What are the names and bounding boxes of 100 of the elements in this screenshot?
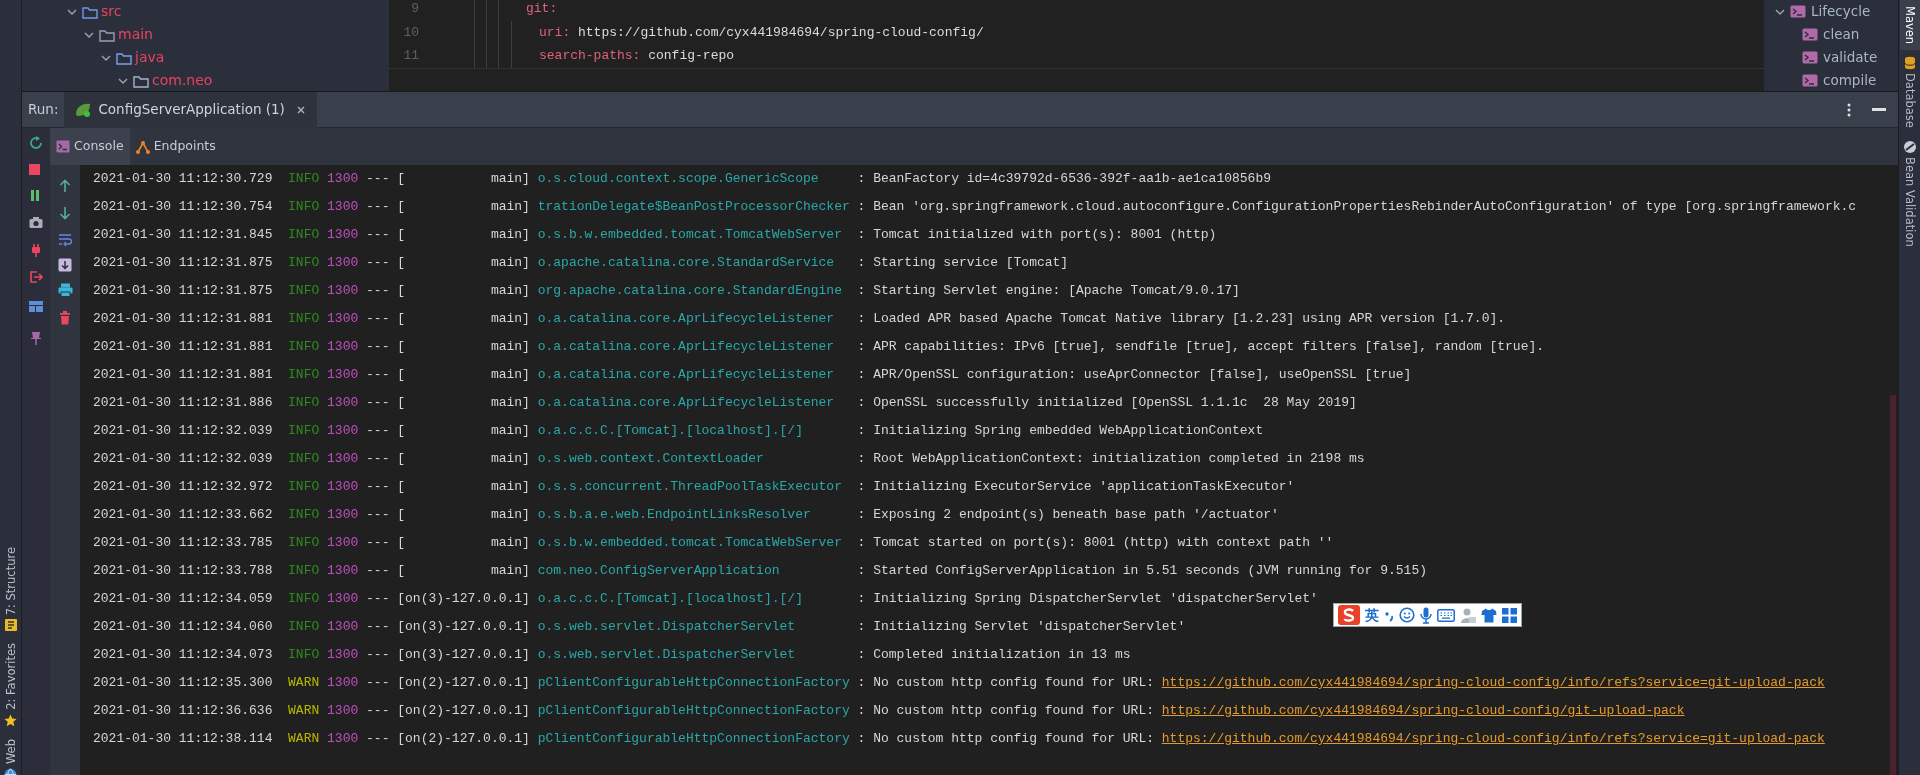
folder-name[interactable]: java <box>135 46 165 69</box>
log-level: INFO <box>288 199 320 214</box>
log-timestamp: 2021-01-30 11:12:30.729 <box>93 171 273 186</box>
yaml-key: git: <box>526 0 558 21</box>
line-number: 11 <box>402 47 419 65</box>
thread-name: [ main] <box>397 479 530 494</box>
log-message: : Starting Servlet engine: [Apache Tomcat/9.0.17] <box>857 283 1240 298</box>
run-tab[interactable]: ConfigServerApplication (1) <box>64 91 317 128</box>
logger-name: o.apache.catalina.core.StandardService <box>537 254 836 272</box>
terminal-icon <box>1802 51 1818 64</box>
maven-goal[interactable]: clean <box>1823 23 1860 46</box>
logger-name: trationDelegate$BeanPostProcessorChecker <box>537 198 850 216</box>
maven-goal[interactable]: compile <box>1823 69 1877 91</box>
tool-window-tab[interactable]: 2: Favorites <box>0 637 21 733</box>
log-level: INFO <box>288 339 320 354</box>
tool-window-tab[interactable]: Maven <box>1899 0 1920 51</box>
url-link[interactable]: https://github.com/cyx441984694/spring-cloud-config/info/refs?service=git-upload-pack <box>1161 731 1825 746</box>
log-message: : No custom http config found for URL: <box>857 703 1154 718</box>
layout-icon[interactable] <box>29 300 43 314</box>
process-id: 1300 <box>327 507 359 522</box>
logger-name: o.s.cloud.context.scope.GenericScope <box>537 170 820 188</box>
log-message: : OpenSSL successfully initialized [OpenSSL 1.1.1c 28 May 2019] <box>857 395 1357 410</box>
shirt-icon[interactable] <box>1481 607 1497 623</box>
log-level: INFO <box>288 591 320 606</box>
log-level: INFO <box>288 171 320 186</box>
log-level: INFO <box>288 423 320 438</box>
thread-name: [ main] <box>397 367 530 382</box>
thread-name: [ main] <box>397 507 530 522</box>
log-separator: --- <box>366 535 390 550</box>
log-timestamp: 2021-01-30 11:12:30.754 <box>93 199 273 214</box>
log-timestamp: 2021-01-30 11:12:38.114 <box>93 731 273 746</box>
logger-name: o.a.catalina.core.AprLifecycleListener <box>537 338 836 356</box>
microphone-icon[interactable] <box>1420 606 1432 624</box>
logger-name: o.s.web.servlet.DispatcherServlet <box>537 646 797 664</box>
thread-name: [on(2)-127.0.0.1] <box>397 703 530 718</box>
minimize-icon[interactable] <box>1872 107 1886 112</box>
url-link[interactable]: https://github.com/cyx441984694/spring-cloud-config/git-upload-pack <box>1161 703 1685 718</box>
process-id: 1300 <box>327 647 359 662</box>
process-id: 1300 <box>327 535 359 550</box>
log-timestamp: 2021-01-30 11:12:31.881 <box>93 367 273 382</box>
logger-name: o.a.c.c.C.[Tomcat].[localhost].[/] <box>537 590 804 608</box>
maven-goal[interactable]: validate <box>1823 46 1878 69</box>
database-icon <box>1903 56 1916 71</box>
log-level: INFO <box>288 479 320 494</box>
pin-icon[interactable] <box>29 331 43 347</box>
folder-name[interactable]: src <box>101 0 122 23</box>
process-id: 1300 <box>327 227 359 242</box>
wrap-lines-icon[interactable] <box>58 233 72 247</box>
console-tab[interactable]: Endpoints <box>129 128 222 165</box>
log-level: WARN <box>288 675 320 690</box>
grid-icon[interactable] <box>1502 607 1517 623</box>
logger-name: o.a.catalina.core.AprLifecycleListener <box>537 394 836 412</box>
print-icon[interactable] <box>57 283 73 297</box>
rerun-icon[interactable] <box>28 136 44 150</box>
log-message: : Tomcat initialized with port(s): 8001 (http) <box>857 227 1217 242</box>
log-message: : Tomcat started on port(s): 8001 (http) with context path '' <box>857 535 1334 550</box>
log-timestamp: 2021-01-30 11:12:31.886 <box>93 395 273 410</box>
thread-name: [ main] <box>397 311 530 326</box>
arrow-down-icon[interactable] <box>59 206 71 220</box>
trash-icon[interactable] <box>59 311 71 325</box>
line-number: 10 <box>402 23 419 42</box>
tool-window-tab[interactable]: Database <box>1899 50 1920 134</box>
thread-name: [ main] <box>397 227 530 242</box>
log-timestamp: 2021-01-30 11:12:31.881 <box>93 339 273 354</box>
console-tab[interactable]: Console <box>50 128 130 165</box>
folder-name[interactable]: com.neo <box>152 69 213 91</box>
tool-window-tab[interactable]: 7: Structure <box>0 540 21 638</box>
ime-logo-icon[interactable] <box>1338 605 1360 625</box>
maven-goal[interactable]: Lifecycle <box>1811 0 1871 23</box>
run-label: Run: <box>28 100 59 120</box>
logger-name: pClientConfigurableHttpConnectionFactory <box>537 702 850 720</box>
log-timestamp: 2021-01-30 11:12:33.662 <box>93 507 273 522</box>
scroll-to-end-icon[interactable] <box>58 258 72 272</box>
thread-name: [ main] <box>397 423 530 438</box>
log-separator: --- <box>366 311 390 326</box>
arrow-up-icon[interactable] <box>59 179 71 193</box>
more-options-icon[interactable] <box>1846 101 1852 118</box>
url-link[interactable]: https://github.com/cyx441984694/spring-cloud-config/info/refs?service=git-upload-pack <box>1161 675 1825 690</box>
yaml-value: config-repo <box>648 47 735 65</box>
logger-name: o.s.web.servlet.DispatcherServlet <box>537 618 797 636</box>
logger-name: pClientConfigurableHttpConnectionFactory <box>537 674 850 692</box>
log-level: WARN <box>288 703 320 718</box>
tool-window-tab[interactable]: Bean Validation <box>1899 134 1920 253</box>
log-message: : Exposing 2 endpoint(s) beneath base path '/actuator' <box>857 507 1279 522</box>
exit-icon[interactable] <box>29 270 43 286</box>
smiley-icon[interactable] <box>1399 607 1415 623</box>
folder-name[interactable]: main <box>118 23 153 46</box>
keyboard-icon[interactable] <box>1437 608 1455 622</box>
log-message: : Initializing ExecutorService 'applicationTaskExecutor' <box>857 479 1295 494</box>
log-level: INFO <box>288 367 320 382</box>
process-id: 1300 <box>327 591 359 606</box>
scrollbar-thumb[interactable] <box>1890 395 1896 775</box>
log-timestamp: 2021-01-30 11:12:34.060 <box>93 619 273 634</box>
tool-window-tab[interactable]: Web <box>0 732 21 775</box>
input-language[interactable]: 英 <box>1365 604 1379 626</box>
plug-icon[interactable] <box>29 243 43 259</box>
yaml-key: uri: <box>539 20 571 44</box>
process-id: 1300 <box>327 199 359 214</box>
thread-name: [ main] <box>397 255 530 270</box>
log-message: : Starting service [Tomcat] <box>857 255 1069 270</box>
